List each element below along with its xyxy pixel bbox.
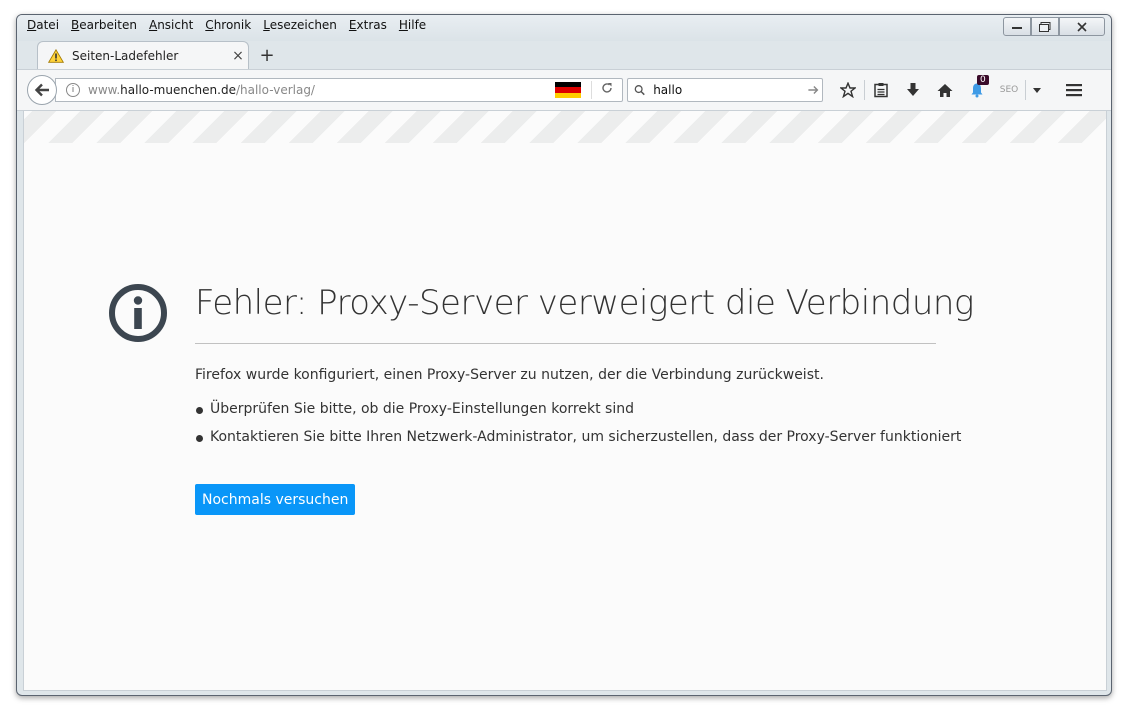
- suggestion-item: Kontaktieren Sie bitte Ihren Netzwerk-Ad…: [195, 429, 961, 457]
- tab-strip: Seiten-Ladefehler × +: [17, 41, 1111, 70]
- hamburger-menu-icon: [1066, 84, 1082, 97]
- reload-icon: [602, 83, 612, 93]
- navigation-toolbar: i www.hallo-muenchen.de/hallo-verlag/ ha…: [17, 69, 1111, 111]
- chevron-down-icon: [1033, 87, 1041, 93]
- bookmarks-menu-button[interactable]: [865, 78, 897, 102]
- error-suggestions: Überprüfen Sie bitte, ob die Proxy-Einst…: [195, 401, 961, 457]
- search-input[interactable]: [651, 82, 806, 98]
- menu-hilfe[interactable]: Hilfe: [399, 18, 426, 32]
- bookmark-star-button[interactable]: [832, 78, 864, 102]
- menu-extras[interactable]: Extras: [349, 18, 387, 32]
- menu-ansicht[interactable]: Ansicht: [149, 18, 193, 32]
- menu-datei[interactable]: Datei: [27, 18, 59, 32]
- bookmarks-clipboard-icon: [874, 83, 888, 98]
- german-flag-icon[interactable]: [555, 82, 581, 98]
- menu-chronik[interactable]: Chronik: [205, 18, 251, 32]
- addon-dropdown-button[interactable]: [1026, 78, 1048, 102]
- seo-addon-label: SEO: [999, 85, 1019, 95]
- url-text[interactable]: www.hallo-muenchen.de/hallo-verlag/: [88, 83, 555, 97]
- page-content: Fehler: Proxy-Server verweigert die Verb…: [23, 110, 1107, 691]
- retry-button[interactable]: Nochmals versuchen: [195, 484, 356, 515]
- info-icon: [109, 284, 167, 342]
- site-info-icon[interactable]: i: [66, 83, 80, 97]
- flag-stripe-gold: [555, 92, 581, 98]
- title-bar: Datei Bearbeiten Ansicht Chronik Lesezei…: [17, 15, 1111, 41]
- url-bar[interactable]: i www.hallo-muenchen.de/hallo-verlag/: [55, 78, 623, 102]
- minimize-icon: [1012, 26, 1022, 29]
- menu-datei-rest: atei: [36, 18, 60, 32]
- seo-addon-button[interactable]: SEO: [993, 78, 1025, 102]
- toolbar-icons: 0 SEO: [832, 75, 1090, 102]
- maximize-button[interactable]: [1031, 17, 1059, 36]
- open-menu-button[interactable]: [1058, 78, 1090, 102]
- home-button[interactable]: [929, 78, 961, 102]
- search-box[interactable]: [627, 78, 823, 102]
- url-prefix: www.: [88, 83, 121, 97]
- browser-window: Datei Bearbeiten Ansicht Chronik Lesezei…: [16, 14, 1112, 696]
- tab-error-page[interactable]: Seiten-Ladefehler ×: [37, 41, 249, 70]
- tab-close-button[interactable]: ×: [228, 48, 248, 64]
- close-window-button[interactable]: [1059, 17, 1105, 36]
- search-go-icon[interactable]: [805, 85, 822, 95]
- error-description: Firefox wurde konfiguriert, einen Proxy-…: [195, 367, 824, 383]
- menu-bar: Datei Bearbeiten Ansicht Chronik Lesezei…: [27, 18, 426, 32]
- error-title: Fehler: Proxy-Server verweigert die Verb…: [195, 283, 974, 323]
- reload-button[interactable]: [592, 82, 622, 98]
- url-path: /hallo-verlag/: [235, 83, 315, 97]
- menu-lesezeichen[interactable]: Lesezeichen: [263, 18, 337, 32]
- menu-chronik-rest: hronik: [213, 18, 252, 32]
- new-tab-button[interactable]: +: [257, 45, 277, 66]
- minimize-button[interactable]: [1003, 17, 1031, 36]
- menu-extras-rest: xtras: [356, 18, 387, 32]
- error-stripe-banner: [24, 111, 1106, 143]
- notification-addon-button[interactable]: 0: [961, 75, 993, 102]
- warning-icon: [48, 49, 64, 63]
- menu-bearbeiten[interactable]: Bearbeiten: [71, 18, 137, 32]
- window-controls: [1003, 17, 1105, 36]
- menu-ansicht-rest: nsicht: [157, 18, 194, 32]
- home-icon: [937, 83, 953, 97]
- menu-hilfe-rest: ilfe: [407, 18, 427, 32]
- back-arrow-icon: [34, 83, 49, 97]
- title-divider: [195, 343, 936, 344]
- close-icon: [1077, 21, 1087, 32]
- notification-count-badge: 0: [977, 75, 989, 85]
- menu-lesezeichen-rest: esezeichen: [269, 18, 337, 32]
- restore-icon: [1039, 21, 1051, 32]
- suggestion-item: Überprüfen Sie bitte, ob die Proxy-Einst…: [195, 401, 961, 429]
- back-button[interactable]: [27, 75, 57, 105]
- download-icon: [907, 83, 919, 96]
- search-icon: [634, 85, 645, 96]
- star-icon: [840, 82, 856, 98]
- tab-title: Seiten-Ladefehler: [72, 49, 179, 63]
- downloads-button[interactable]: [897, 78, 929, 102]
- url-domain: hallo-muenchen.de: [120, 83, 236, 97]
- menu-bearbeiten-rest: earbeiten: [79, 18, 137, 32]
